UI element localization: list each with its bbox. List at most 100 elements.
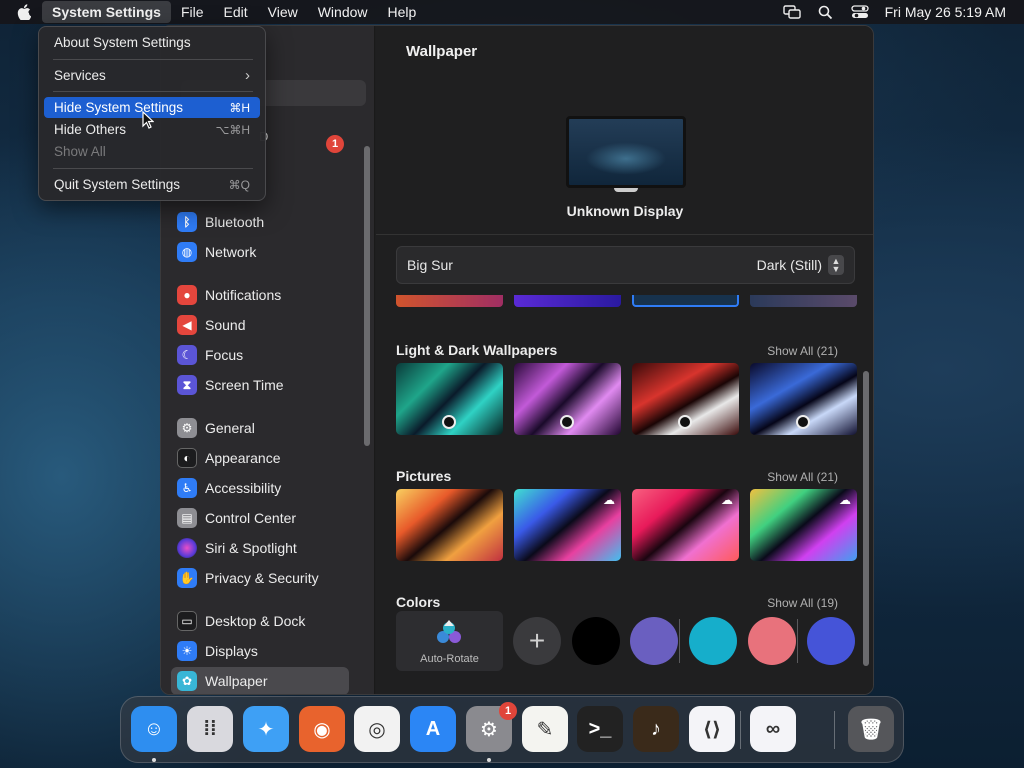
apple-menu-icon[interactable] xyxy=(0,4,48,20)
menu-item-shortcut: ⌘H xyxy=(229,100,250,115)
show-all-pictures-button[interactable]: Show All (21) xyxy=(767,470,838,484)
show-all-light-dark-button[interactable]: Show All (21) xyxy=(767,344,838,358)
wallpaper-thumbnail[interactable] xyxy=(750,363,857,435)
menu-item-show-all: Show All xyxy=(44,141,260,162)
menu-separator xyxy=(53,91,253,92)
menu-item-label: Quit System Settings xyxy=(54,177,181,192)
firefox-icon[interactable]: ◉ xyxy=(299,706,345,752)
textedit-icon[interactable]: ✎ xyxy=(522,706,568,752)
auto-rotate-icon xyxy=(437,620,461,643)
chevron-up-down-icon[interactable]: ▲ ▼ xyxy=(828,255,844,275)
app-menu-system-settings[interactable]: System Settings xyxy=(42,1,171,23)
sidebar-item-general[interactable]: ⚙ General xyxy=(171,414,349,442)
section-title-pictures: Pictures xyxy=(396,468,452,484)
wallpaper-thumbnail[interactable] xyxy=(750,295,857,307)
display-preview xyxy=(566,116,686,188)
wallpaper-thumbnail[interactable] xyxy=(396,295,503,307)
notification-badge: 1 xyxy=(499,702,517,720)
moon-icon: ☾ xyxy=(177,345,197,365)
page-title: Wallpaper xyxy=(406,43,478,60)
wallpaper-thumbnail[interactable] xyxy=(514,295,621,307)
sidebar-item-privacy-security[interactable]: ✋ Privacy & Security xyxy=(171,564,349,592)
wallpaper-name: Big Sur xyxy=(407,257,453,273)
trash-icon[interactable]: 🗑 xyxy=(848,706,894,752)
wallpaper-icon: ✿ xyxy=(177,671,197,691)
display-name: Unknown Display xyxy=(566,203,684,219)
auto-rotate-color-button[interactable]: Auto-Rotate xyxy=(396,611,503,671)
chrome-icon[interactable]: ◎ xyxy=(354,706,400,752)
garageband-icon[interactable]: ♪ xyxy=(633,706,679,752)
sidebar-item-siri-spotlight[interactable]: Siri & Spotlight xyxy=(171,534,349,562)
sidebar-item-sound[interactable]: ◀ Sound xyxy=(171,311,349,339)
wallpaper-thumbnail[interactable] xyxy=(514,363,621,435)
sidebar-item-bluetooth[interactable]: ᛒ Bluetooth xyxy=(171,208,349,236)
light-dark-badge-icon xyxy=(560,415,574,429)
add-color-button[interactable]: + xyxy=(513,617,561,665)
menu-item-shortcut: ⌥⌘H xyxy=(215,122,251,137)
safari-icon[interactable]: ✦ xyxy=(243,706,289,752)
menu-file[interactable]: File xyxy=(171,4,214,20)
show-all-colors-button[interactable]: Show All (19) xyxy=(767,596,838,610)
sidebar-item-accessibility[interactable]: ♿ Accessibility xyxy=(171,474,349,502)
sidebar-item-label: Appearance xyxy=(205,450,281,466)
control-center-icon[interactable] xyxy=(843,5,877,19)
hourglass-icon: ⧗ xyxy=(177,375,197,395)
wallpaper-style-select[interactable]: Big Sur Dark (Still) ▲ ▼ xyxy=(396,246,855,284)
sidebar-scrollbar[interactable] xyxy=(364,146,370,446)
color-swatch-teal[interactable] xyxy=(689,617,737,665)
sidebar-item-label: Displays xyxy=(205,643,258,659)
sidebar-item-screen-time[interactable]: ⧗ Screen Time xyxy=(171,371,349,399)
menu-window[interactable]: Window xyxy=(308,4,378,20)
menu-view[interactable]: View xyxy=(258,4,308,20)
sidebar-item-desktop-dock[interactable]: ▭ Desktop & Dock xyxy=(171,607,349,635)
menu-bar-clock[interactable]: Fri May 26 5:19 AM xyxy=(877,4,1024,20)
wallpaper-thumbnail[interactable] xyxy=(632,363,739,435)
wallpaper-gallery[interactable]: Light & Dark Wallpapers Show All (21) Pi… xyxy=(376,295,873,694)
color-swatch-black[interactable] xyxy=(572,617,620,665)
finder-icon[interactable]: ☺ xyxy=(131,706,177,752)
cloud-download-icon[interactable]: ☁ xyxy=(839,493,851,507)
color-swatch-blue[interactable] xyxy=(807,617,855,665)
wallpaper-thumbnail[interactable]: ☁ xyxy=(632,489,739,561)
menu-item-services[interactable]: Services › xyxy=(44,65,260,86)
launchpad-icon[interactable]: ⁞⁞ xyxy=(187,706,233,752)
wallpaper-thumbnail[interactable]: ☁ xyxy=(514,489,621,561)
sidebar-item-notifications[interactable]: ● Notifications xyxy=(171,281,349,309)
wallpaper-thumbnail[interactable] xyxy=(396,489,503,561)
wallpaper-style-value: Dark (Still) xyxy=(756,257,822,273)
sidebar-item-control-center[interactable]: ▤ Control Center xyxy=(171,504,349,532)
section-title-light-dark: Light & Dark Wallpapers xyxy=(396,342,558,358)
color-divider xyxy=(797,619,798,663)
sidebar-item-appearance[interactable]: ◐ Appearance xyxy=(171,444,349,472)
sidebar-item-label: Bluetooth xyxy=(205,214,265,230)
sidebar-item-focus[interactable]: ☾ Focus xyxy=(171,341,349,369)
menu-help[interactable]: Help xyxy=(378,4,427,20)
wallpaper-thumbnail[interactable] xyxy=(396,363,503,435)
running-indicator xyxy=(152,758,156,762)
main-scrollbar[interactable] xyxy=(863,371,869,666)
terminal-icon[interactable]: >_ xyxy=(577,706,623,752)
menu-item-label: Show All xyxy=(54,144,106,159)
color-swatch-pink[interactable] xyxy=(748,617,796,665)
vscode-icon[interactable]: ⟨⟩ xyxy=(689,706,735,752)
wallpaper-thumbnail-selected[interactable] xyxy=(632,295,739,307)
accessibility-icon: ♿ xyxy=(177,478,197,498)
screen-mirroring-icon[interactable] xyxy=(775,5,809,19)
wallpaper-thumbnail[interactable]: ☁ xyxy=(750,489,857,561)
menu-item-about[interactable]: About System Settings xyxy=(44,32,260,53)
cloud-download-icon[interactable]: ☁ xyxy=(721,493,733,507)
visual-studio-icon[interactable]: ∞ xyxy=(750,706,796,752)
sidebar-item-displays[interactable]: ☀ Displays xyxy=(171,637,349,665)
menu-edit[interactable]: Edit xyxy=(214,4,258,20)
sidebar-item-wallpaper[interactable]: ✿ Wallpaper xyxy=(171,667,349,694)
spotlight-search-icon[interactable] xyxy=(809,5,843,20)
color-swatch-purple[interactable] xyxy=(630,617,678,665)
menu-item-quit[interactable]: Quit System Settings ⌘Q xyxy=(44,174,260,195)
control-center-icon: ▤ xyxy=(177,508,197,528)
apple-id-badge: 1 xyxy=(326,135,344,153)
app-store-icon[interactable]: A xyxy=(410,706,456,752)
sidebar-item-label: Desktop & Dock xyxy=(205,613,306,629)
sun-icon: ☀ xyxy=(177,641,197,661)
sidebar-item-network[interactable]: ◍ Network xyxy=(171,238,349,266)
cloud-download-icon[interactable]: ☁ xyxy=(603,493,615,507)
